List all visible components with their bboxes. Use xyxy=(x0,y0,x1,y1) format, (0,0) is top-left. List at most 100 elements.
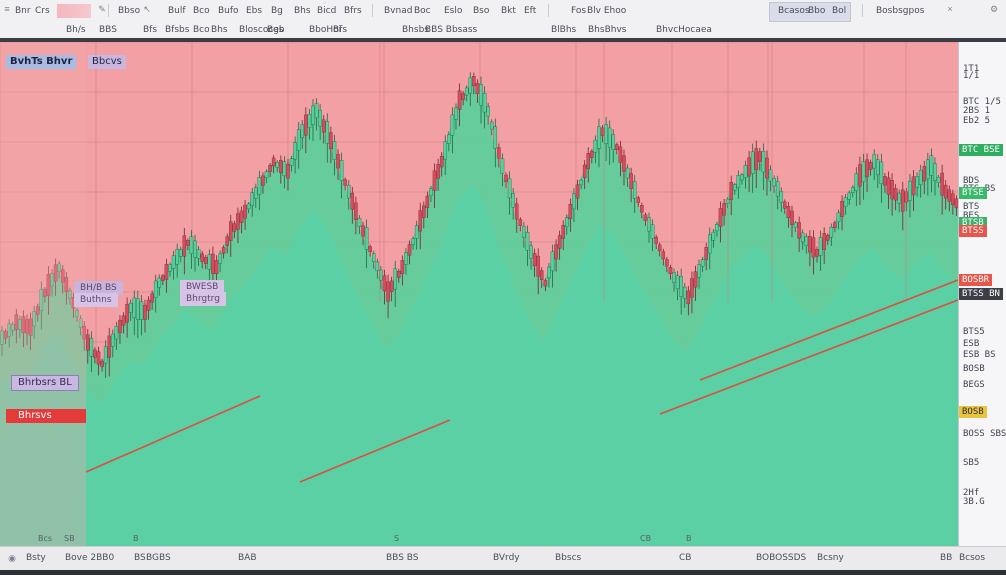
candle-body xyxy=(143,304,147,320)
toolbar-button-21[interactable]: Bol xyxy=(829,5,849,17)
candle-body xyxy=(171,255,176,269)
toolbar-tab-13[interactable]: BhsBhvs xyxy=(585,24,629,36)
toolbar-button-14[interactable]: Bso xyxy=(470,5,492,17)
toolbar-button-10[interactable]: Bfrs xyxy=(341,5,365,17)
toolbar-tab-14[interactable]: BhvcHocaea xyxy=(653,24,715,36)
candle-body xyxy=(690,278,694,298)
symbol-label[interactable]: BvhTs Bhvr xyxy=(6,55,77,69)
status-item-7[interactable]: Bbscs xyxy=(555,552,581,564)
candle-body xyxy=(883,176,887,186)
toolbar-button-1[interactable]: Crs xyxy=(32,5,53,17)
price-label-9: BTS5 xyxy=(963,327,985,337)
toolbar-tab-7[interactable]: Bgb xyxy=(264,24,288,36)
toolbar-tab-3[interactable]: Bfsbs xyxy=(162,24,192,36)
price-axis[interactable]: 1T11/1BTC 1/52BS 1Eb2 5BDSBTS BSBTSBESBT… xyxy=(958,42,1006,546)
settings-icon[interactable]: ⚙ xyxy=(989,4,999,14)
time-axis[interactable]: Bcs SB B S CB B xyxy=(0,532,958,546)
price-label-14: BOSS SBS xyxy=(963,429,1006,439)
status-item-3[interactable]: BGBS xyxy=(146,552,171,564)
timeframe-label[interactable]: Bbcvs xyxy=(88,55,126,69)
candle-body xyxy=(118,319,122,333)
trading-app: Bnr Crs Bbso Bulf Bco Bufo Ebs Bg Bhs Bicd Bfrs Bvn… xyxy=(0,0,1006,575)
chart-canvas[interactable] xyxy=(0,42,958,546)
price-badge-4[interactable]: BOSBR xyxy=(959,274,993,286)
toolbar-button-22[interactable]: Bosbsgpos xyxy=(873,5,927,17)
candle-body xyxy=(107,335,111,358)
cursor-icon[interactable]: ↖ xyxy=(142,4,152,14)
candle-body xyxy=(103,346,108,364)
candle-body xyxy=(343,179,347,186)
status-item-9[interactable]: BOBOSSDS xyxy=(756,552,806,564)
toolbar-tab-9[interactable]: Bfs xyxy=(330,24,350,36)
toolbar-button-16[interactable]: Eft xyxy=(521,5,539,17)
toolbar-button-6[interactable]: Ebs xyxy=(243,5,265,17)
status-item-0[interactable]: Bsty xyxy=(26,552,46,564)
toolbar-tab-2[interactable]: Bfs xyxy=(140,24,160,36)
candle-body xyxy=(711,231,716,241)
toolbar-button-2[interactable]: Bbso xyxy=(115,5,143,17)
menu-icon[interactable]: ≡ xyxy=(2,4,12,14)
pencil-icon[interactable]: ✎ xyxy=(97,4,107,14)
toolbar-button-4[interactable]: Bco xyxy=(190,5,213,17)
status-item-12[interactable]: Bcsos xyxy=(959,552,985,564)
status-item-6[interactable]: BVrdy xyxy=(493,552,520,564)
toolbar-button-5[interactable]: Bufo xyxy=(215,5,242,17)
status-item-1[interactable]: Bove 2BB0 xyxy=(65,552,114,564)
candle-body xyxy=(450,114,455,136)
candle-body xyxy=(700,259,705,267)
toolbar-button-13[interactable]: Eslo xyxy=(441,5,465,17)
close-icon[interactable]: × xyxy=(945,4,955,14)
price-badge-3[interactable]: BTSS xyxy=(959,225,987,237)
price-chart[interactable]: BvhTs Bhvr Bbcvs BH/B BS Buthns BWESB Bh… xyxy=(0,42,958,546)
candle-body xyxy=(529,245,533,259)
status-item-8[interactable]: CB xyxy=(679,552,691,564)
candle-body xyxy=(432,170,437,191)
toolbar-tab-1[interactable]: BBS xyxy=(96,24,120,36)
candle-body xyxy=(454,107,458,120)
candle-body xyxy=(111,333,115,347)
candle-body xyxy=(497,147,501,159)
candle-body xyxy=(536,255,540,277)
candle-body xyxy=(361,225,365,237)
status-item-2[interactable]: BS xyxy=(134,552,146,564)
price-badge-0[interactable]: BTC BSE xyxy=(959,144,1003,156)
candle-body xyxy=(679,276,683,297)
status-item-5[interactable]: BBS BS xyxy=(386,552,419,564)
price-badge-6[interactable]: BOSB xyxy=(959,406,987,418)
toolbar-button-20[interactable]: Bbo xyxy=(805,5,828,17)
price-badge-1[interactable]: BTSE xyxy=(959,187,987,199)
candle-body xyxy=(851,187,855,193)
candle-body xyxy=(590,151,594,158)
toolbar-button-9[interactable]: Bicd xyxy=(314,5,339,17)
status-item-4[interactable]: BAB xyxy=(238,552,257,564)
candle-body xyxy=(443,141,448,160)
toolbar-tab-5[interactable]: Bhs xyxy=(208,24,231,36)
toolbar-button-0[interactable]: Bnr xyxy=(12,5,34,17)
candle-body xyxy=(214,260,219,275)
candle-body xyxy=(96,351,101,365)
toolbar-tab-11[interactable]: BBS Bbsass xyxy=(422,24,480,36)
toolbar-button-8[interactable]: Bhs xyxy=(291,5,314,17)
price-badge-5[interactable]: BTSS BN xyxy=(959,288,1003,300)
toolbar-tab-12[interactable]: BlBhs xyxy=(548,24,579,36)
toolbar-tab-0[interactable]: Bh/s xyxy=(63,24,89,36)
candle-body xyxy=(611,134,616,150)
candle-body xyxy=(250,192,254,206)
toolbar-button-3[interactable]: Bulf xyxy=(165,5,189,17)
toolbar-button-18[interactable]: Blv Ehoo xyxy=(584,5,629,17)
candle-body xyxy=(372,253,376,262)
candle-body xyxy=(468,77,473,94)
status-icon[interactable]: ◉ xyxy=(7,553,17,563)
toolbar-button-7[interactable]: Bg xyxy=(268,5,286,17)
toolbar-button-15[interactable]: Bkt xyxy=(498,5,519,17)
candle-body xyxy=(772,178,776,187)
candle-body xyxy=(128,302,133,313)
sell-order-label[interactable]: Bhrsvs xyxy=(6,409,86,423)
position-label[interactable]: Bhrbsrs BL xyxy=(11,375,79,391)
status-item-10[interactable]: Bcsny xyxy=(817,552,844,564)
price-label-12: BOSB xyxy=(963,364,985,374)
candle-body xyxy=(947,189,952,202)
candle-body xyxy=(139,301,144,320)
status-item-11[interactable]: BB xyxy=(940,552,952,564)
toolbar-button-12[interactable]: Boc xyxy=(411,5,434,17)
